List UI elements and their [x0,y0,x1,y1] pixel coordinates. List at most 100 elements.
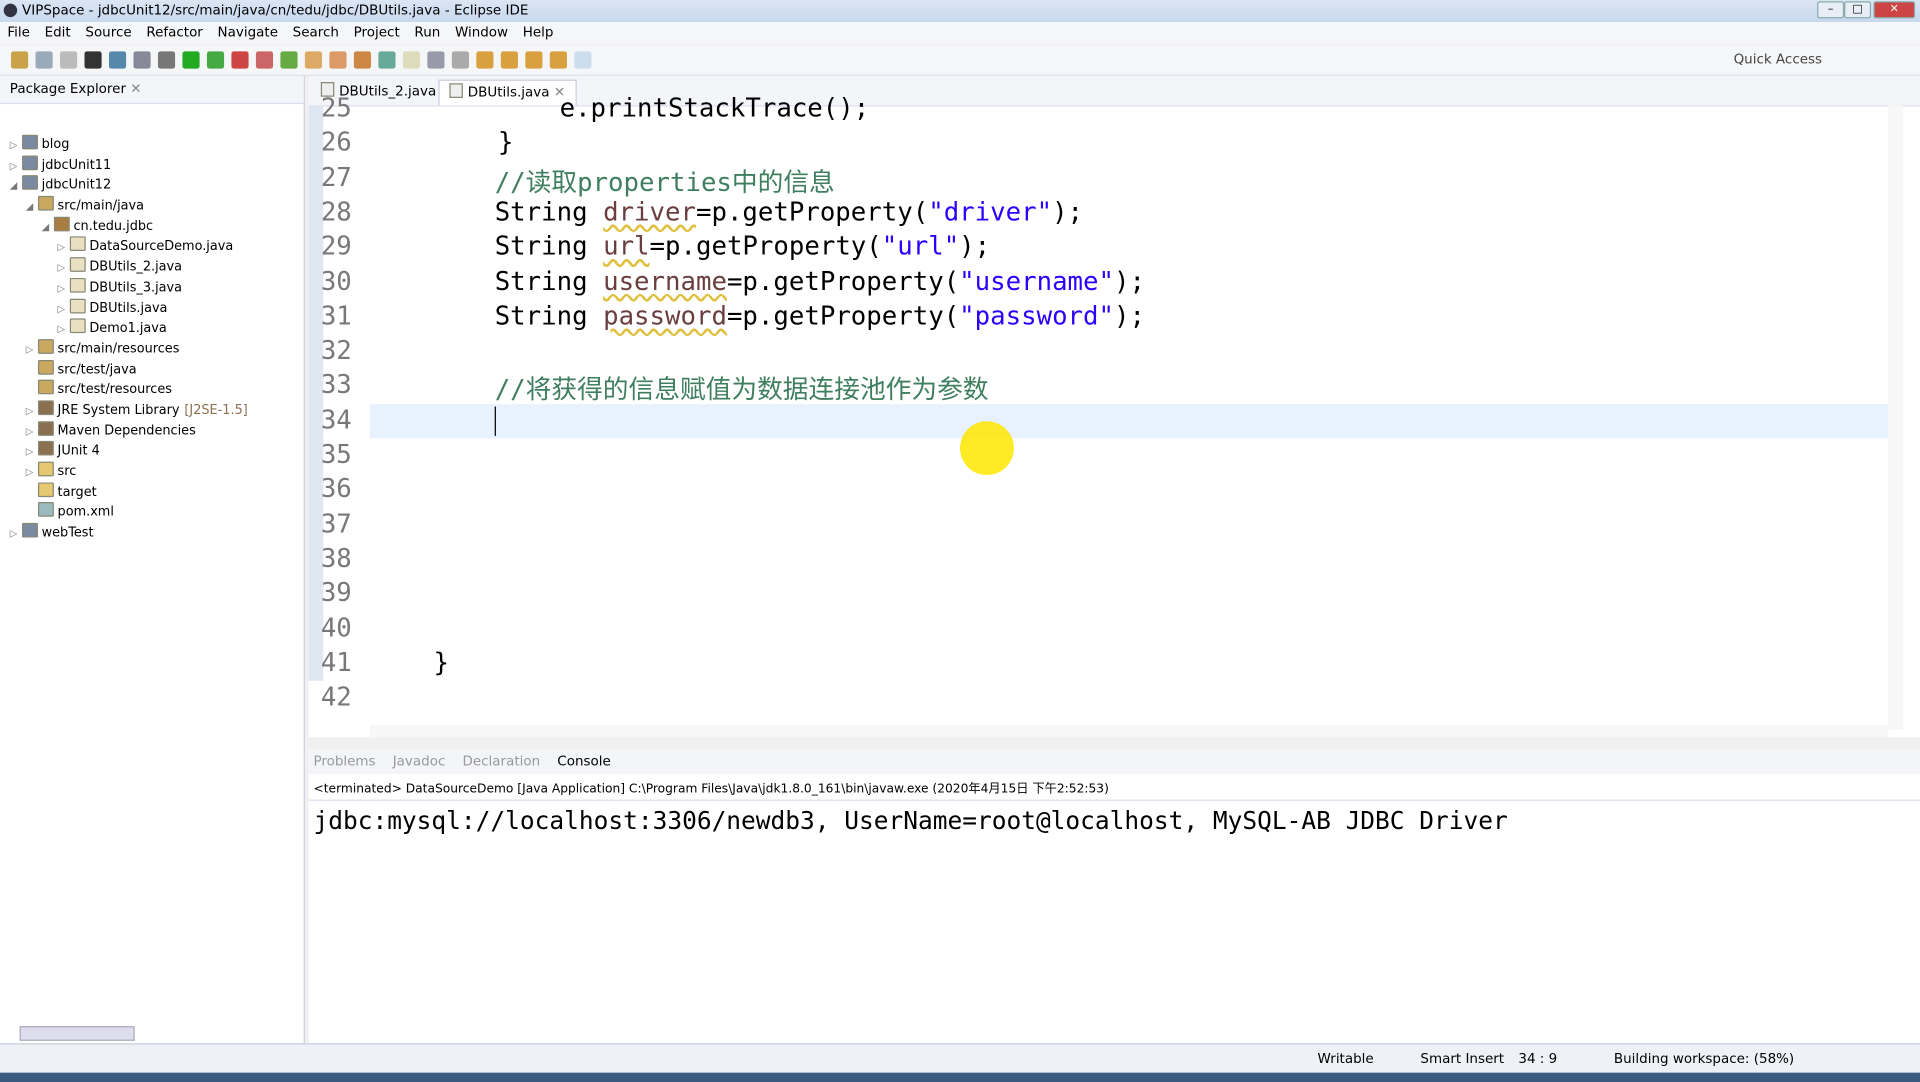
tree-item[interactable]: ▷ JUnit 4 [10,441,304,461]
menu-edit[interactable]: Edit [37,22,78,43]
tree-item[interactable]: ▷ src [10,461,304,483]
menu-refactor[interactable]: Refactor [139,22,210,43]
tab-problems[interactable]: Problems [313,753,375,769]
tree-item[interactable]: ▷ blog [10,134,304,156]
expand-toggle-icon[interactable]: ▷ [26,402,38,422]
expand-toggle-icon[interactable]: ▷ [58,279,70,299]
menu-help[interactable]: Help [515,22,560,43]
tree-item[interactable]: ▷ DBUtils.java [10,298,304,318]
menu-source[interactable]: Source [78,22,139,43]
tree-item[interactable]: ▷ JRE System Library [J2SE-1.5] [10,400,304,420]
code-token: } [435,127,514,158]
tree-item[interactable]: ▷ Demo1.java [10,318,304,340]
toolbar-button-icon[interactable] [378,51,396,69]
tree-item[interactable]: ▷ DBUtils_3.java [10,277,304,299]
package-explorer-tab[interactable]: Package Explorer ✕ [0,75,304,105]
quick-access-field[interactable]: Quick Access [1734,51,1822,67]
tree-item[interactable]: src/test/resources [10,379,304,400]
expand-toggle-icon[interactable]: ◢ [10,177,22,197]
tab-declaration[interactable]: Declaration [462,753,540,769]
toolbar-button-icon[interactable] [574,51,592,69]
close-icon[interactable]: ✕ [130,81,141,97]
tree-item[interactable]: ▷ src/main/resources [10,339,304,359]
library-icon [37,420,54,436]
line-number: 26 [320,127,352,158]
menu-project[interactable]: Project [346,22,407,43]
tree-item-label: cn.tedu.jdbc [73,218,154,234]
tree-item[interactable]: ▷ webTest [10,522,304,544]
toolbar-button-icon[interactable] [329,51,347,69]
expand-toggle-icon[interactable]: ▷ [10,136,22,156]
tree-item[interactable]: pom.xml [10,502,304,523]
toolbar-button-icon[interactable] [133,51,151,69]
toolbar-button-icon[interactable] [182,51,200,69]
toolbar-button-icon[interactable] [60,51,78,69]
editor-horizontal-scrollbar[interactable] [369,724,1889,738]
line-number: 35 [320,439,352,469]
code-line: e.printStackTrace(); [560,93,870,122]
toolbar-button-icon[interactable] [451,51,469,69]
code-token: } [433,647,449,677]
toolbar-button-icon[interactable] [108,51,127,69]
tab-label: DBUtils.java [467,84,550,101]
tree-item[interactable]: ▷ Maven Dependencies [10,420,304,442]
line-number: 39 [320,578,352,608]
expand-toggle-icon[interactable]: ◢ [42,218,54,238]
toolbar-button-icon[interactable] [206,51,225,69]
tree-item-suffix: [J2SE-1.5] [184,402,248,418]
toolbar-button-icon[interactable] [549,51,567,69]
menu-run[interactable]: Run [407,22,448,43]
toolbar-button-icon[interactable] [157,51,176,69]
expand-toggle-icon[interactable]: ▷ [10,156,22,176]
minimize-button[interactable]: – [1817,1,1845,19]
menu-search[interactable]: Search [285,22,346,43]
editor-tab[interactable]: DBUtils.java ✕ [438,79,577,106]
tree-item[interactable]: src/test/java [10,359,304,379]
expand-toggle-icon[interactable]: ▷ [26,340,38,360]
menu-navigate[interactable]: Navigate [210,22,285,43]
tree-item[interactable]: ◢ jdbcUnit12 [10,175,304,197]
expand-toggle-icon[interactable]: ◢ [26,197,38,217]
tree-item[interactable]: ▷ DataSourceDemo.java [10,236,304,258]
close-button[interactable]: ✕ [1873,1,1916,19]
toolbar-button-icon[interactable] [525,51,543,69]
expand-toggle-icon[interactable]: ▷ [26,422,38,442]
expand-toggle-icon[interactable]: ▷ [58,299,70,319]
toolbar-button-icon[interactable] [402,51,421,69]
expand-toggle-icon[interactable]: ▷ [58,320,70,340]
toolbar-button-icon[interactable] [231,51,249,69]
source-folder-icon [37,195,54,211]
menu-window[interactable]: Window [448,22,516,43]
toolbar-button-icon[interactable] [476,51,494,69]
vertical-scrollbar[interactable] [1888,105,1903,730]
java-file-icon [69,257,86,272]
tree-item[interactable]: ▷ DBUtils_2.java [10,257,304,277]
tree-item[interactable]: ◢ cn.tedu.jdbc [10,216,304,236]
tree-item[interactable]: ▷ jdbcUnit11 [10,155,304,175]
code-token: String [494,266,604,296]
toolbar-button-icon[interactable] [427,51,445,69]
tree-item[interactable]: ◢ src/main/java [10,195,304,217]
toolbar-button-icon[interactable] [11,51,29,69]
toolbar-button-icon[interactable] [84,51,102,69]
expand-toggle-icon[interactable]: ▷ [10,524,22,544]
toolbar-button-icon[interactable] [35,51,53,69]
menu-file[interactable]: File [0,22,37,43]
expand-toggle-icon[interactable]: ▷ [58,238,70,258]
toolbar-button-icon[interactable] [280,51,298,69]
toolbar-button-icon[interactable] [304,51,323,69]
view-title: Package Explorer [9,80,127,97]
expand-toggle-icon[interactable]: ▷ [26,442,38,462]
tab-javadoc[interactable]: Javadoc [393,753,446,769]
horizontal-scrollbar[interactable] [19,1026,135,1041]
tree-item[interactable]: target [10,482,304,502]
console-output[interactable]: jdbc:mysql://localhost:3306/newdb3, User… [309,801,1920,840]
expand-toggle-icon[interactable]: ▷ [26,463,38,483]
toolbar-button-icon[interactable] [255,51,274,69]
toolbar-button-icon[interactable] [500,51,518,69]
expand-toggle-icon[interactable]: ▷ [58,259,70,279]
toolbar-button-icon[interactable] [353,51,372,69]
tab-console[interactable]: Console [557,753,610,769]
maximize-button[interactable]: □ [1844,1,1872,19]
code-token: String [494,300,604,331]
